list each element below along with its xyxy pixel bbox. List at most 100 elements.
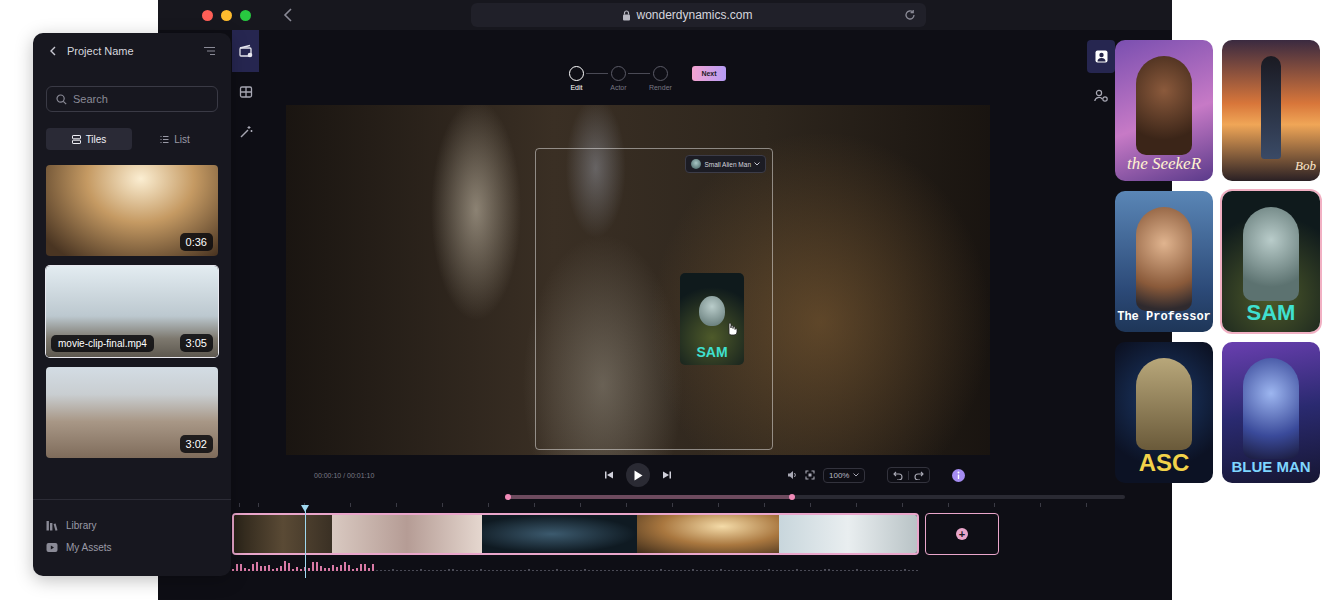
clip-tile[interactable]: movie-clip-final.mp4 3:05 (46, 266, 218, 357)
user-settings-icon (1094, 89, 1108, 102)
step-label: Edit (570, 84, 582, 91)
character-card[interactable]: The Professor (1115, 191, 1213, 332)
page: wonderdynamics.com Edit Actor Render Next Sma… (0, 0, 1330, 600)
range-handle[interactable] (505, 494, 511, 500)
character-card[interactable]: BLUE MAN (1222, 342, 1320, 483)
tool-button[interactable] (232, 72, 259, 112)
redo-icon[interactable] (914, 470, 924, 480)
character-figure (1243, 207, 1299, 301)
dragged-character-card[interactable]: SAM (680, 273, 744, 365)
alien-figure (699, 296, 725, 326)
lock-icon (622, 10, 631, 21)
character-name: SAM (1247, 301, 1296, 324)
clip-list: 0:36 movie-clip-final.mp4 3:05 3:02 (46, 165, 218, 458)
step-circle (611, 66, 626, 81)
range-slider[interactable] (508, 495, 1125, 499)
back-icon[interactable] (283, 8, 293, 22)
browser-window: wonderdynamics.com Edit Actor Render Next Sma… (158, 0, 1172, 600)
account-button[interactable] (1087, 40, 1115, 73)
range-handle[interactable] (789, 494, 795, 500)
character-figure (1243, 358, 1299, 459)
play-icon (633, 470, 643, 481)
clip-segment[interactable] (482, 515, 637, 553)
project-panel: Project Name Search TilesList 0:36 movie-cli… (33, 33, 231, 576)
actor-dropdown[interactable]: Small Alien Man (685, 155, 766, 173)
assets-icon (46, 542, 58, 553)
timeline: + (232, 492, 1125, 600)
info-icon[interactable] (952, 469, 965, 482)
character-name: Bob (1295, 159, 1316, 173)
clip-duration: 3:02 (180, 435, 213, 453)
tool-button[interactable] (232, 112, 259, 152)
url-text: wonderdynamics.com (636, 8, 752, 22)
clip-segment[interactable] (779, 515, 917, 553)
character-name: ASC (1139, 450, 1190, 475)
undo-redo-group (887, 467, 930, 483)
window-controls (202, 10, 251, 21)
audio-waveform (232, 557, 919, 571)
minimize-button[interactable] (221, 10, 232, 21)
library-icon (46, 520, 58, 531)
volume-icon[interactable] (787, 470, 797, 480)
maximize-button[interactable] (240, 10, 251, 21)
character-figure (1261, 56, 1281, 159)
clip-name: movie-clip-final.mp4 (51, 335, 154, 352)
character-card[interactable]: Bob (1222, 40, 1320, 181)
character-gallery: the SeekeR Bob The Professor SAM ASC BLUE MAN (1115, 40, 1320, 483)
address-bar[interactable]: wonderdynamics.com (471, 3, 926, 27)
tool-button[interactable] (232, 30, 259, 72)
clip-duration: 3:05 (180, 334, 213, 352)
character-card[interactable]: the SeekeR (1115, 40, 1213, 181)
clip-strip[interactable] (232, 513, 919, 555)
character-name: The Professor (1117, 311, 1211, 324)
time-readout: 00:00:10 / 00:01:10 (286, 472, 604, 479)
fit-screen-icon[interactable] (805, 470, 815, 480)
time-ruler (232, 503, 1125, 513)
zoom-dropdown[interactable]: 100% (823, 468, 865, 483)
back-icon[interactable] (49, 46, 57, 56)
next-icon[interactable] (662, 470, 672, 480)
menu-icon[interactable] (203, 46, 216, 56)
clip-segment[interactable] (637, 515, 779, 553)
project-title: Project Name (67, 45, 193, 57)
reload-icon[interactable] (904, 9, 916, 21)
close-button[interactable] (202, 10, 213, 21)
editor-area: Edit Actor Render Next Small Alien Man SAM 00:… (259, 30, 1073, 479)
view-toggle: TilesList (46, 128, 218, 150)
character-figure (1136, 207, 1192, 311)
playhead[interactable] (305, 508, 306, 578)
next-button[interactable]: Next (692, 66, 725, 81)
nav-item[interactable]: My Assets (46, 536, 218, 558)
range-fill (508, 495, 792, 499)
step[interactable]: Render (650, 66, 670, 91)
nav-item[interactable]: Library (46, 514, 218, 536)
stepper: Edit Actor Render Next (259, 66, 1073, 91)
step[interactable]: Edit (566, 66, 586, 91)
list-icon (160, 135, 169, 144)
previous-icon[interactable] (604, 470, 614, 480)
character-name: the SeekeR (1127, 155, 1201, 173)
character-card[interactable]: SAM (1222, 191, 1320, 332)
clapper-icon (239, 44, 253, 58)
undo-icon[interactable] (893, 470, 903, 480)
tiles-icon (72, 135, 81, 144)
view-option[interactable]: List (132, 128, 218, 150)
add-clip-button[interactable]: + (925, 513, 999, 555)
clip-segment[interactable] (234, 515, 332, 553)
view-option[interactable]: Tiles (46, 128, 132, 150)
play-button[interactable] (626, 463, 650, 487)
character-figure (1136, 56, 1192, 155)
step-circle (569, 66, 584, 81)
character-card[interactable]: ASC (1115, 342, 1213, 483)
app-body: Edit Actor Render Next Small Alien Man SAM 00:… (158, 30, 1172, 600)
clip-tile[interactable]: 0:36 (46, 165, 218, 256)
step[interactable]: Actor (608, 66, 628, 91)
search-field[interactable]: Search (46, 86, 218, 112)
step-label: Actor (610, 84, 626, 91)
clip-duration: 0:36 (180, 233, 213, 251)
clip-segment[interactable] (332, 515, 482, 553)
clip-tile[interactable]: 3:02 (46, 367, 218, 458)
search-icon (56, 94, 67, 105)
layout-icon (239, 85, 253, 99)
account-button[interactable] (1087, 79, 1115, 112)
